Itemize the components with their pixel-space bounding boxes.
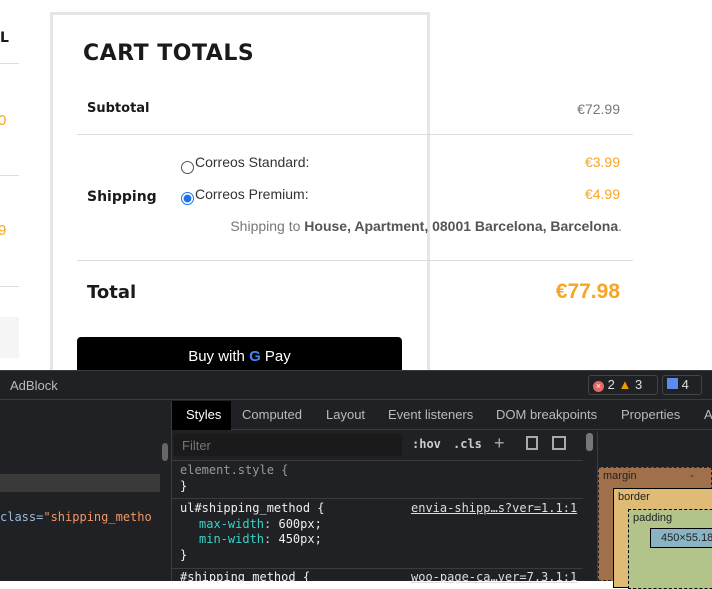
option-label[interactable]: Correos Premium: xyxy=(195,186,309,202)
total-label: Total xyxy=(87,282,137,303)
css-property[interactable]: min-width: 450px; xyxy=(199,532,322,546)
messages-badge[interactable]: 4 xyxy=(662,375,702,395)
css-property[interactable]: max-width: 600px; xyxy=(199,517,322,531)
splitter[interactable] xyxy=(160,401,172,581)
styles-filter-input[interactable] xyxy=(174,434,402,456)
elements-tree: class="shipping_metho xyxy=(0,401,160,581)
tab-computed[interactable]: Computed xyxy=(242,407,302,422)
new-rule-icon[interactable]: + xyxy=(494,433,505,454)
error-icon: × xyxy=(593,381,604,392)
rule-selector: ul#shipping_method { xyxy=(180,501,325,515)
paint-icon[interactable] xyxy=(526,436,538,450)
web-page: L 0 9 CART TOTALS Subtotal €72.99 Shippi… xyxy=(0,0,712,370)
message-icon xyxy=(667,378,678,389)
styles-tabs: Styles Computed Layout Event listeners D… xyxy=(172,401,712,430)
subtotal-label: Subtotal xyxy=(87,101,150,116)
gray-block xyxy=(0,317,19,358)
option-price: €4.99 xyxy=(584,186,620,202)
hov-button[interactable]: :hov xyxy=(412,437,441,451)
tab-dom-breakpoints[interactable]: DOM breakpoints xyxy=(496,407,597,422)
google-pay-button[interactable]: Buy with G Pay xyxy=(77,337,402,370)
radio-correos-premium[interactable] xyxy=(181,192,194,205)
shipping-label: Shipping xyxy=(87,189,157,205)
total-value: €77.98 xyxy=(555,280,620,303)
price-fragment: 0 xyxy=(0,112,7,129)
styles-pane: :hov .cls + element.style { } ul#shippin… xyxy=(172,431,583,584)
box-model-margin: margin - border padding 450×55.18 xyxy=(598,467,712,589)
google-g-icon: G xyxy=(249,348,261,365)
box-model-border: border padding 450×55.18 xyxy=(613,488,712,589)
option-price: €3.99 xyxy=(584,154,620,170)
adblock-tab[interactable]: AdBlock xyxy=(10,378,58,393)
sidebar-toggle-icon[interactable] xyxy=(552,436,566,450)
box-model-content: 450×55.18 xyxy=(650,528,712,548)
option-label[interactable]: Correos Standard: xyxy=(195,154,309,170)
shipping-destination: Shipping to House, Apartment, 08001 Barc… xyxy=(230,218,622,234)
box-model-padding: padding 450×55.18 xyxy=(628,509,712,589)
tab-layout[interactable]: Layout xyxy=(326,407,365,422)
cls-button[interactable]: .cls xyxy=(453,437,482,451)
tab-event-listeners[interactable]: Event listeners xyxy=(388,407,473,422)
subtotal-value: €72.99 xyxy=(577,101,620,117)
rule-selector: #shipping_method { xyxy=(180,570,311,584)
tab-styles[interactable]: Styles xyxy=(186,407,221,422)
cart-totals-title: CART TOTALS xyxy=(83,41,255,66)
devtools-drawer-bar: AdBlock × 2 ▲ 3 4 xyxy=(0,370,712,400)
rule-source-link[interactable]: woo-page-ca…ver=7.3.1:1 xyxy=(411,570,577,584)
devtools-panel: AdBlock × 2 ▲ 3 4 class="shipping_metho … xyxy=(0,370,712,589)
dom-node[interactable]: class="shipping_metho xyxy=(0,510,152,524)
rule-selector: element.style { xyxy=(180,463,289,477)
selected-node-row[interactable] xyxy=(0,474,160,492)
radio-correos-standard[interactable] xyxy=(181,161,194,174)
issues-badge[interactable]: × 2 ▲ 3 xyxy=(588,375,658,395)
rule-source-link[interactable]: envia-shipp…s?ver=1.1:1 xyxy=(411,501,577,515)
styles-scrollbar[interactable] xyxy=(583,431,598,581)
column-header-fragment: L xyxy=(0,30,9,46)
warning-icon: ▲ xyxy=(618,377,632,392)
price-fragment: 9 xyxy=(0,222,7,239)
tab-properties[interactable]: Properties xyxy=(621,407,680,422)
tab-more[interactable]: A xyxy=(704,407,712,422)
